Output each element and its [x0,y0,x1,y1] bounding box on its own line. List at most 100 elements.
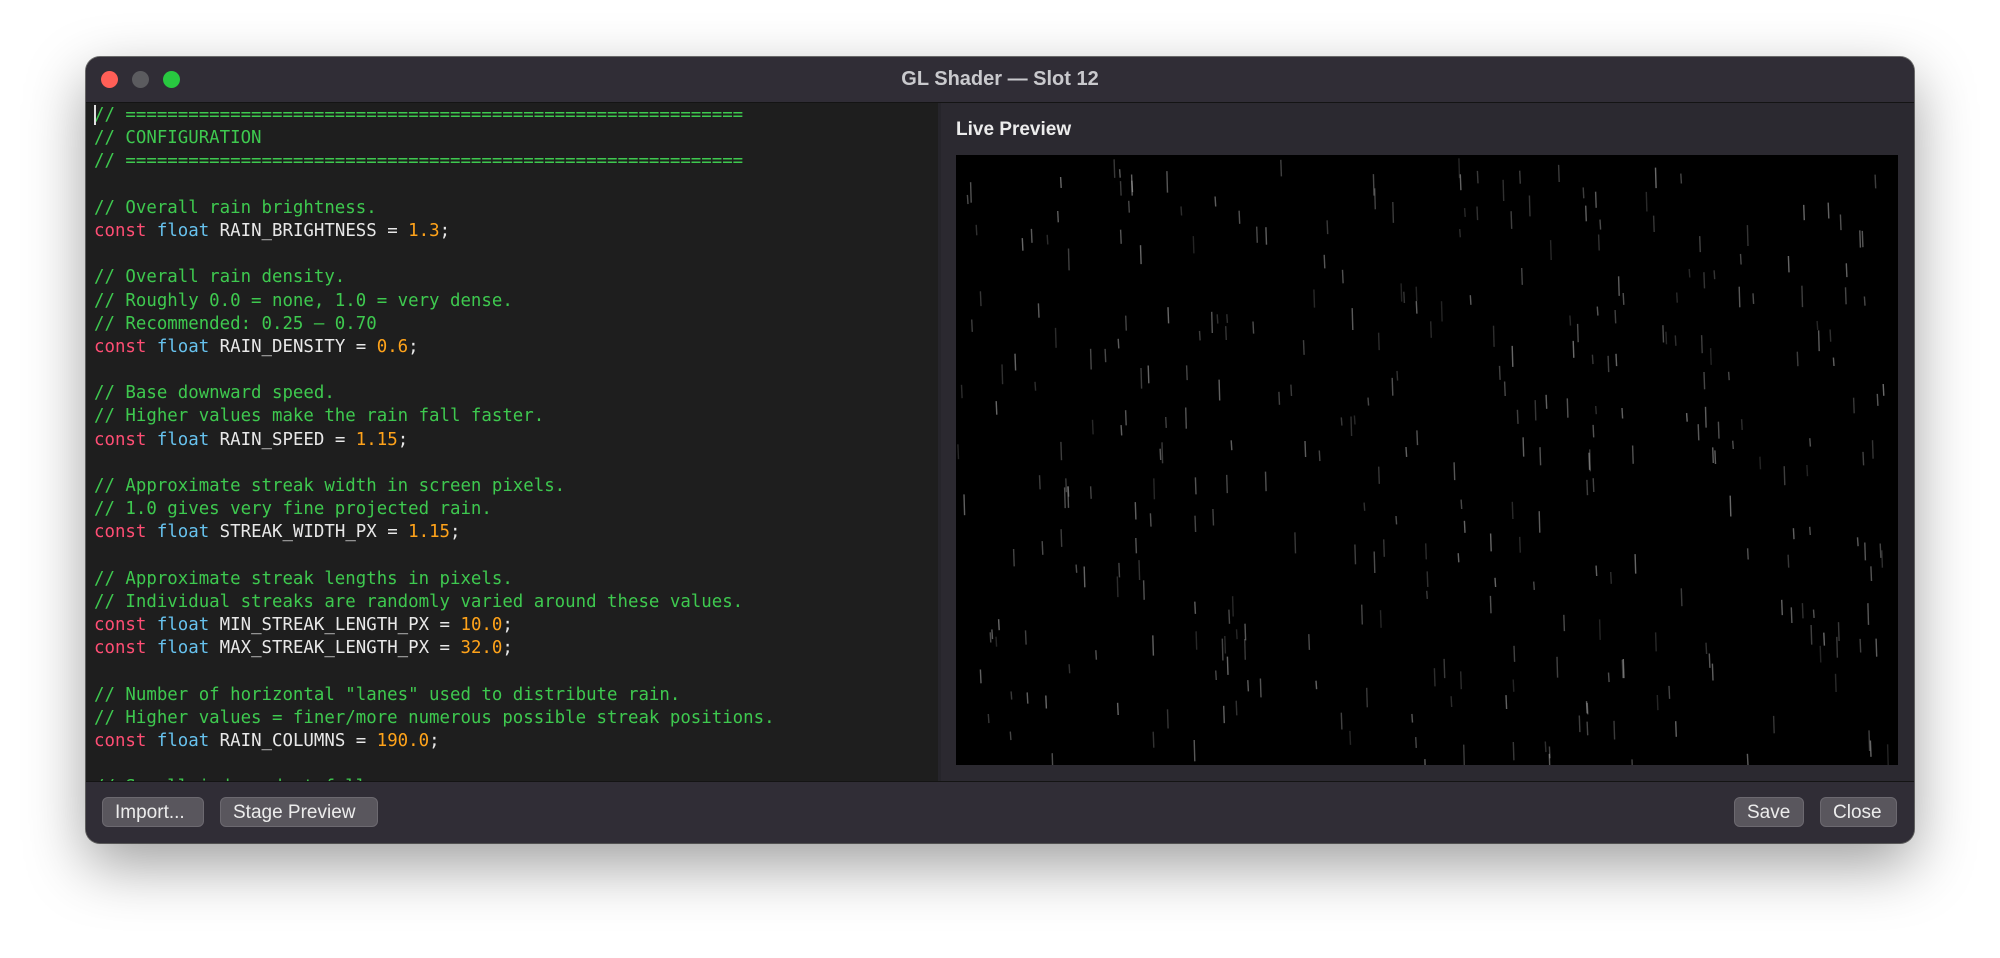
rain-streak [1185,407,1187,429]
rain-streak [1674,335,1677,346]
rain-streak [1037,303,1040,318]
rain-streak [1226,314,1229,323]
rain-streak [1494,577,1497,588]
rain-streak [1528,195,1531,217]
rain-streak [1391,377,1394,396]
rain-streak [1060,441,1063,461]
code-token: // =====================================… [94,151,744,172]
code-line: // Higher values = finer/more numerous p… [94,707,775,730]
rain-streak [1224,635,1227,654]
rain-streak [1194,477,1197,495]
rain-streak [1585,205,1587,222]
rain-streak [1231,596,1234,617]
code-text[interactable]: // =====================================… [94,104,775,781]
rain-streak [1440,301,1443,322]
import-button[interactable]: Import... [102,797,204,827]
rain-streak [971,319,973,332]
code-token: // 1.0 gives very fine projected rain. [94,499,492,520]
rain-streak [1864,542,1867,561]
code-token: // Higher values = finer/more numerous p… [94,707,775,728]
rain-streak [1607,355,1610,373]
rain-streak [1874,174,1877,189]
rain-streak [1566,398,1569,418]
code-token: // Higher values make the rain fall fast… [94,406,545,427]
preview-canvas [956,155,1898,765]
stage-preview-button[interactable]: Stage Preview [220,797,378,827]
rain-streak [1091,419,1094,435]
rain-streak [1340,712,1343,730]
code-token: 190.0 [376,731,430,752]
rain-streak [1366,687,1368,708]
rain-streak [1353,415,1356,425]
rain-streak [1539,447,1542,466]
rain-streak [1230,440,1233,451]
rain-streak [1226,474,1228,494]
rain-streak [1403,291,1406,304]
rain-streak [1510,211,1513,229]
rain-streak [1569,315,1572,326]
rain-streak [1746,753,1749,765]
rain-streak [1717,421,1720,439]
rain-streak [1700,335,1703,354]
rain-streak [1116,576,1119,598]
rain-streak [1680,173,1683,184]
close-button[interactable]: Close [1820,797,1897,827]
rain-streak [1489,595,1492,614]
rain-streak [1024,630,1027,645]
rain-streak [1511,345,1514,367]
rain-streak [1378,466,1380,484]
rain-streak [1166,709,1169,729]
rain-streak [1801,285,1804,308]
code-token: ; [408,336,419,357]
rain-streak [1549,240,1552,261]
rain-streak [1819,645,1822,663]
rain-streak [1247,680,1250,692]
rain-streak [1502,179,1505,202]
rain-streak [1046,234,1049,245]
rain-streak [1095,650,1098,660]
rain-streak [1533,581,1535,590]
rain-streak [975,224,978,236]
rain-streak [1065,478,1068,493]
code-token: // Approximate streak lengths in pixels. [94,568,513,589]
rain-streak [1809,526,1811,536]
code-token: // Overall rain brightness. [94,197,377,218]
rain-streak [1746,548,1749,560]
rain-streak [995,636,998,647]
rain-streak [1503,381,1506,397]
rain-streak [1119,229,1122,244]
rain-streak [1652,215,1655,233]
save-button[interactable]: Save [1734,797,1804,827]
rain-streak [1597,234,1600,251]
rain-streak [1882,383,1885,396]
code-line: const float RAIN_BRIGHTNESS = 1.3; [94,220,775,243]
rain-streak [1834,673,1837,693]
rain-streak [1216,314,1219,324]
title-bar[interactable]: GL Shader — Slot 12 [86,57,1914,103]
rain-streak [1492,325,1495,347]
rain-streak [1118,562,1121,578]
rain-streak [1415,286,1418,302]
rain-streak [1350,416,1353,437]
rain-streak [979,669,982,684]
rain-streak [1675,721,1677,737]
rain-streak [1012,548,1015,567]
rain-streak [1809,438,1812,447]
code-token: // Recommended: 0.25 – 0.70 [94,313,377,334]
rain-streak [1214,196,1217,207]
rain-streak [1868,730,1871,752]
rain-streak [1513,645,1516,662]
code-token: // Number of horizontal "lanes" used to … [94,684,681,705]
rain-streak [1596,306,1599,316]
code-editor[interactable]: // =====================================… [86,103,938,781]
code-token: MIN_STREAK_LENGTH_PX = [209,615,461,636]
rain-streak [1595,565,1598,577]
rain-streak [1051,753,1054,765]
rain-streak [1256,226,1258,243]
rain-streak [1708,653,1711,668]
rain-streak [1622,292,1625,305]
